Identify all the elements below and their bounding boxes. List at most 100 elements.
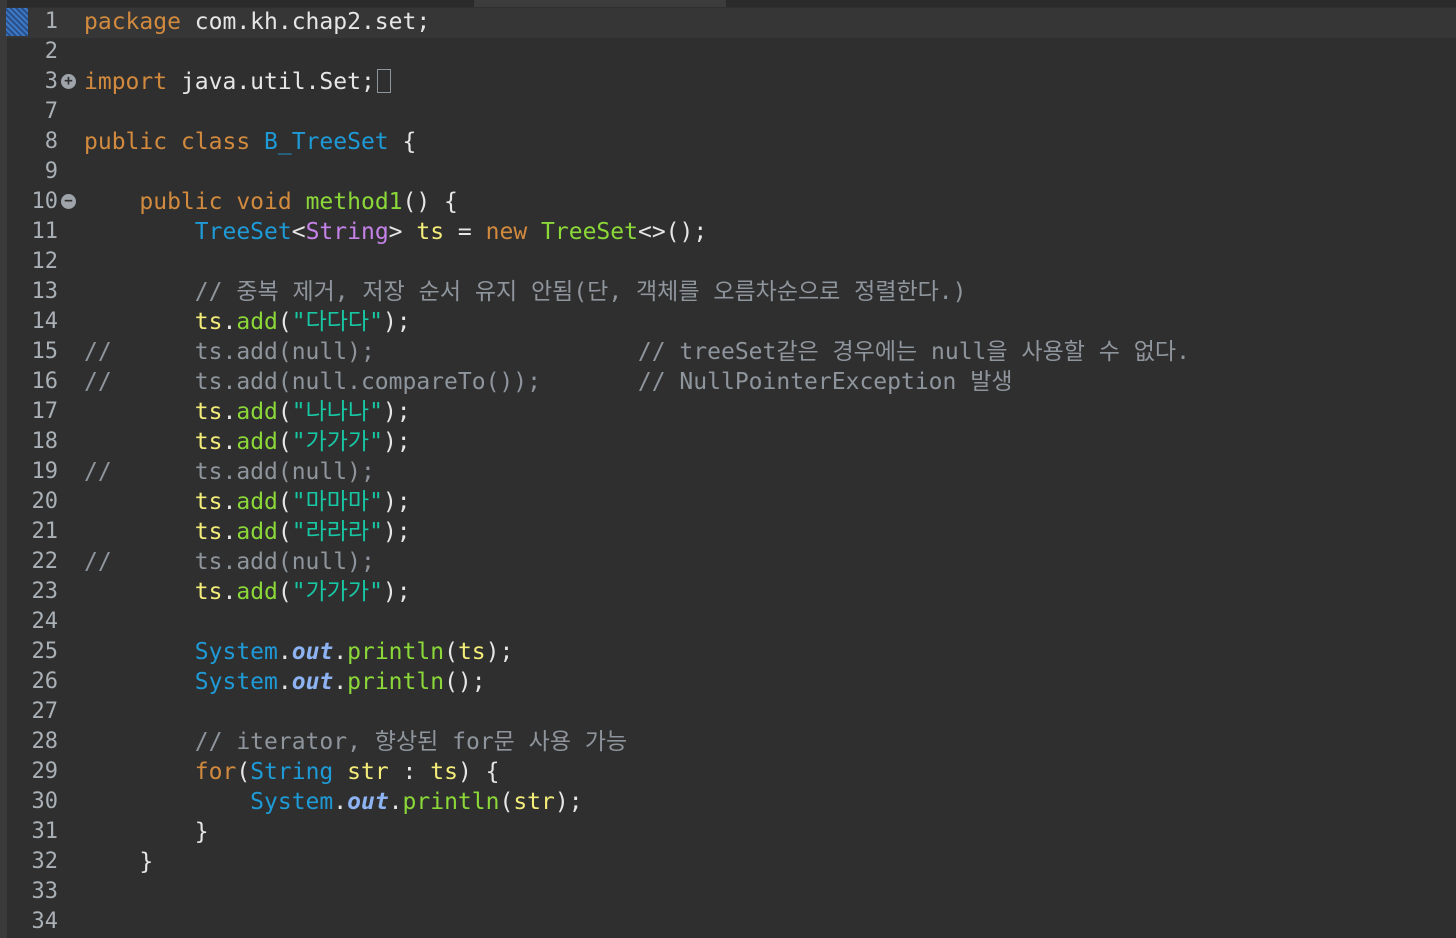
code-token: ( <box>444 639 458 665</box>
line-number: 19 <box>31 459 59 484</box>
line-number: 14 <box>31 309 59 334</box>
line-number: 7 <box>44 99 58 124</box>
code-token: TreeSet <box>194 219 292 245</box>
code-line[interactable]: ts.add("가가가"); <box>84 577 1190 607</box>
code-line[interactable]: package com.kh.chap2.set; <box>84 7 1190 37</box>
code-token: . <box>277 639 292 665</box>
code-line[interactable] <box>84 607 1190 637</box>
code-line[interactable]: System.out.println(ts); <box>84 637 1190 667</box>
folded-imports-icon[interactable] <box>376 69 391 93</box>
code-token: . <box>222 519 237 545</box>
code-token: B_TreeSet <box>264 129 389 155</box>
code-line[interactable]: public class B_TreeSet { <box>84 127 1190 157</box>
gutter-row: 32 <box>0 847 64 877</box>
code-token: package <box>84 9 181 35</box>
code-token: // ts.add(null); <box>84 549 375 575</box>
code-line[interactable]: } <box>84 847 1190 877</box>
line-number: 33 <box>31 879 59 904</box>
code-token: ts <box>194 579 223 605</box>
gutter-row: 21 <box>0 517 64 547</box>
line-number: 22 <box>31 549 59 574</box>
gutter-row: 13 <box>0 277 64 307</box>
code-line[interactable] <box>84 37 1190 67</box>
code-token: add <box>236 429 278 455</box>
code-line[interactable]: System.out.println(str); <box>84 787 1190 817</box>
gutter-row: 20 <box>0 487 64 517</box>
code-line[interactable]: System.out.println(); <box>84 667 1190 697</box>
code-token: add <box>236 399 278 425</box>
code-line[interactable]: // ts.add(null); <box>84 547 1190 577</box>
code-line[interactable] <box>84 247 1190 277</box>
code-token: . <box>222 579 237 605</box>
code-line[interactable]: // iterator, 향상된 for문 사용 가능 <box>84 727 1190 757</box>
code-line[interactable] <box>84 157 1190 187</box>
code-token: ts <box>194 399 223 425</box>
code-token: System <box>250 789 334 815</box>
gutter-row: 25 <box>0 637 64 667</box>
code-token: "나나나" <box>291 399 383 425</box>
line-number: 17 <box>31 399 59 424</box>
gutter-row: 17 <box>0 397 64 427</box>
fold-expand-icon[interactable]: + <box>61 74 76 89</box>
code-token: () { <box>402 189 458 215</box>
code-line[interactable] <box>84 907 1190 937</box>
gutter-row: 34 <box>0 907 64 937</box>
code-token: ); <box>382 399 411 425</box>
line-number-gutter[interactable]: 1 2 3 +7 8 9 10−11 12 13 14 15 16 17 18 19 20 21 22 23 24 25… <box>0 7 76 937</box>
code-line[interactable]: ts.add("다다다"); <box>84 307 1190 337</box>
code-token: ( <box>277 399 292 425</box>
code-line[interactable]: // ts.add(null.compareTo()); // NullPoin… <box>84 367 1190 397</box>
code-line[interactable]: ts.add("나나나"); <box>84 397 1190 427</box>
code-token: } <box>84 849 154 875</box>
line-number: 1 <box>44 9 58 34</box>
code-token: < <box>291 219 306 245</box>
code-line[interactable]: // ts.add(null); <box>84 457 1190 487</box>
code-line[interactable]: } <box>84 817 1190 847</box>
code-token: out <box>291 639 334 665</box>
code-line[interactable]: // ts.add(null); // treeSet같은 경우에는 null을… <box>84 337 1190 367</box>
code-token: . <box>333 789 348 815</box>
editor-tab[interactable] <box>474 0 726 7</box>
code-line[interactable]: // 중복 제거, 저장 순서 유지 안됨(단, 객체를 오름차순으로 정렬한다… <box>84 277 1190 307</box>
code-token: ( <box>277 519 292 545</box>
gutter-row: 12 <box>0 247 64 277</box>
code-token: ); <box>485 639 514 665</box>
code-token: ); <box>382 429 411 455</box>
code-token: add <box>236 519 278 545</box>
code-line[interactable]: ts.add("마마마"); <box>84 487 1190 517</box>
code-line[interactable]: ts.add("라라라"); <box>84 517 1190 547</box>
code-line[interactable]: TreeSet<String> ts = new TreeSet<>(); <box>84 217 1190 247</box>
code-line[interactable]: public void method1() { <box>84 187 1190 217</box>
gutter-row: 15 <box>0 337 64 367</box>
code-line[interactable]: ts.add("가가가"); <box>84 427 1190 457</box>
code-token: // ts.add(null.compareTo()); // NullPoin… <box>84 369 1013 395</box>
code-token: println <box>347 669 445 695</box>
code-token: // ts.add(null); <box>84 459 375 485</box>
code-line[interactable]: import java.util.Set; <box>84 67 1190 97</box>
code-line[interactable] <box>84 877 1190 907</box>
code-token: . <box>277 669 292 695</box>
line-number: 25 <box>31 639 59 664</box>
code-token: java.util.Set; <box>167 69 375 95</box>
gutter-row: 27 <box>0 697 64 727</box>
code-token: com.kh.chap2.set; <box>180 9 431 35</box>
gutter-row: 26 <box>0 667 64 697</box>
line-number: 8 <box>44 129 58 154</box>
gutter-row: 24 <box>0 607 64 637</box>
code-token: = <box>444 219 486 245</box>
fold-collapse-icon[interactable]: − <box>61 194 76 209</box>
code-token: "가가가" <box>291 579 383 605</box>
code-line[interactable] <box>84 97 1190 127</box>
code-line[interactable]: for(String str : ts) { <box>84 757 1190 787</box>
code-token: ts <box>457 639 486 665</box>
line-number: 2 <box>44 39 58 64</box>
code-token: "다다다" <box>291 309 383 335</box>
code-text-area[interactable]: package com.kh.chap2.set; import java.ut… <box>84 7 1190 937</box>
code-line[interactable] <box>84 697 1190 727</box>
code-editor[interactable]: 1 2 3 +7 8 9 10−11 12 13 14 15 16 17 18 19 20 21 22 23 24 25… <box>0 0 1456 938</box>
gutter-row: 16 <box>0 367 64 397</box>
gutter-row: 8 <box>0 127 64 157</box>
